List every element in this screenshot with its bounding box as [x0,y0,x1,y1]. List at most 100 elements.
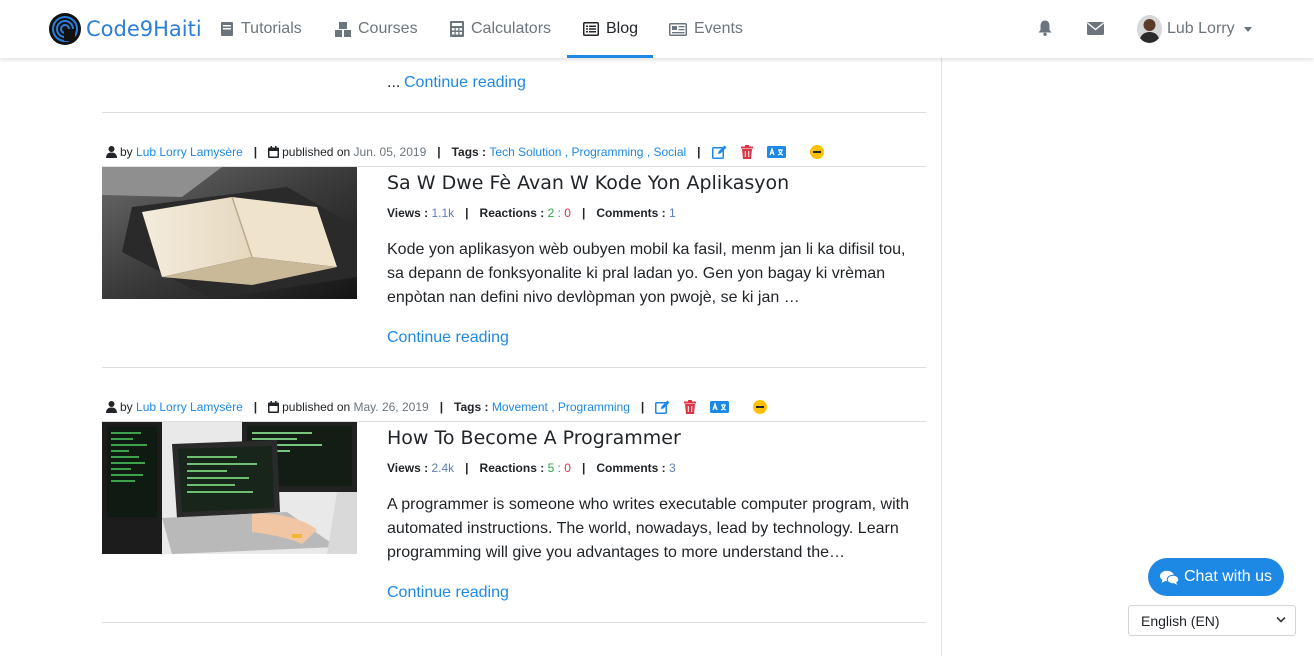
nav-calculators[interactable]: Calculators [450,0,551,58]
post-divider [102,367,926,368]
chevron-down-icon [1276,616,1286,623]
continue-reading-link[interactable]: Continue reading [387,584,509,602]
post-meta: by Lub Lorry Lamysère | published on Jun… [106,144,827,160]
separator: | [439,400,444,414]
comments-count: 3 [669,461,676,475]
trash-icon [684,400,697,414]
post-stats: Views : 2.4k | Reactions : 5 : 0 | Comme… [387,461,676,475]
list-alt-icon [583,22,599,36]
continue-reading-link[interactable]: Continue reading [387,329,509,347]
delete-post-button[interactable] [740,145,756,159]
calendar-icon [268,401,280,413]
user-icon [106,401,117,413]
language-selected: English (EN) [1141,612,1220,629]
minus-circle-icon [753,400,768,414]
comments-icon [1159,570,1179,585]
nav-label: Courses [358,20,418,37]
nav-blog[interactable]: Blog [567,0,654,58]
separator: | [581,461,586,475]
trash-icon [740,145,753,159]
views-label: Views : [387,461,429,475]
chevron-down-icon [1243,26,1252,32]
language-select[interactable]: English (EN) [1128,605,1296,636]
envelope-icon [1086,21,1104,35]
delete-post-button[interactable] [684,400,699,414]
separator: | [640,400,645,414]
book-icon [221,22,233,36]
sidebar-divider [941,58,942,656]
author-link[interactable]: Lub Lorry Lamysère [136,400,243,414]
views-count: 2.4k [431,461,455,475]
post-title[interactable]: Sa W Dwe Fè Avan W Kode Yon Aplikasyon [387,172,789,194]
nav-label: Calculators [471,20,552,37]
notifications-button[interactable] [1035,18,1055,38]
minus-circle-icon [809,145,824,159]
nav-events[interactable]: Events [669,0,743,58]
post-excerpt: Kode yon aplikasyon wèb oubyen mobil ka … [387,241,906,306]
nav-courses[interactable]: Courses [335,0,418,58]
reactions-label: Reactions : [479,461,545,475]
views-label: Views : [387,206,429,220]
edit-post-button[interactable] [711,145,730,159]
translate-post-button[interactable] [766,146,789,158]
post-thumbnail[interactable] [102,167,357,299]
author-link[interactable]: Lub Lorry Lamysère [136,145,243,159]
language-icon [766,146,786,158]
chat-with-us-button[interactable]: Chat with us [1148,558,1284,596]
post-status-toggle[interactable] [809,145,827,159]
user-menu-toggle[interactable]: Lub Lorry [1137,14,1252,44]
post-date: Jun. 05, 2019 [353,145,427,159]
published-label: published on [282,145,351,159]
by-label: by [120,145,133,159]
tags-label: Tags : [454,400,489,414]
nav-tutorials[interactable]: Tutorials [220,0,302,58]
post-stats: Views : 1.1k | Reactions : 2 : 0 | Comme… [387,206,676,220]
brand-link[interactable]: Code9Haiti [48,11,202,47]
calculator-icon [450,21,464,37]
post-meta: by Lub Lorry Lamysère | published on May… [106,399,770,415]
post-excerpt: A programmer is someone who writes execu… [387,496,909,561]
newspaper-icon [669,22,687,36]
post-title[interactable]: How To Become A Programmer [387,427,681,449]
post-thumbnail[interactable] [102,422,357,554]
separator: | [465,461,469,475]
programmer-laptop-photo [102,422,357,554]
avatar [1137,15,1162,43]
post-divider [102,622,926,623]
published-label: published on [282,400,351,414]
comments-label: Comments : [596,206,666,220]
comments-label: Comments : [596,461,666,475]
tags-list[interactable]: Tech Solution , Programming , Social [489,145,686,159]
separator: | [437,145,441,159]
post-status-toggle[interactable] [753,400,770,414]
nav-label: Events [694,20,743,37]
edit-post-button[interactable] [655,400,673,414]
edit-icon [711,145,727,159]
reactions-positive: 2 [547,206,555,220]
reactions-label: Reactions : [479,206,545,220]
translate-post-button[interactable] [710,401,732,413]
reactions-negative: 0 [564,461,571,475]
chat-label: Chat with us [1183,568,1273,585]
by-label: by [120,400,133,414]
edit-icon [655,400,670,414]
separator: | [253,145,258,159]
language-icon [710,401,730,413]
post-date: May. 26, 2019 [353,400,429,414]
post-divider [102,112,926,113]
nav-label: Tutorials [241,20,302,37]
cubes-icon [335,21,351,37]
tags-list[interactable]: Movement , Programming [492,400,630,414]
tags-label: Tags : [451,145,487,159]
user-icon [106,146,117,158]
continue-reading-link[interactable]: Continue reading [404,74,526,92]
views-count: 1.1k [431,206,455,220]
notebook-photo [102,167,357,299]
separator: | [253,400,258,414]
separator: | [581,206,586,220]
reactions-negative: 0 [564,206,571,220]
separator: | [465,206,469,220]
messages-button[interactable] [1085,18,1105,38]
reactions-colon: : [557,206,561,220]
reactions-colon: : [557,461,561,475]
